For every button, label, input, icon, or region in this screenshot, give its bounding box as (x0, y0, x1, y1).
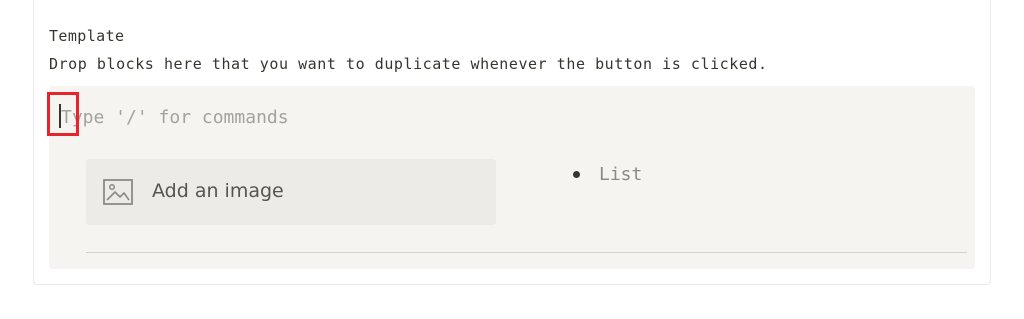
divider (86, 252, 967, 253)
template-label: Template (49, 27, 125, 45)
text-cursor (59, 104, 61, 128)
add-image-block[interactable]: Add an image (86, 159, 496, 225)
list-item-label: List (599, 164, 643, 185)
bullet-icon (573, 171, 580, 178)
image-icon (103, 179, 133, 205)
command-input[interactable] (61, 104, 561, 130)
add-image-label: Add an image (152, 180, 284, 202)
template-description: Drop blocks here that you want to duplic… (49, 55, 768, 73)
